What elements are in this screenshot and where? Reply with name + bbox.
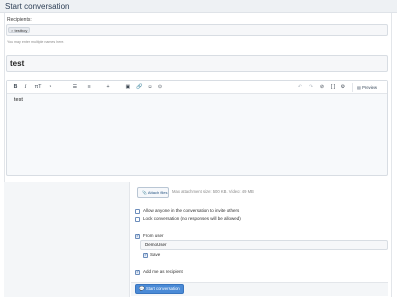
save-checkbox[interactable]: [143, 252, 148, 258]
recipient-token[interactable]: × testboy: [8, 27, 31, 33]
align-icon[interactable]: ≡: [86, 84, 92, 91]
recipients-hint: You may enter multiple names here.: [7, 40, 65, 44]
bold-icon[interactable]: B: [13, 84, 18, 91]
attachment-limits: Max attachment size: 500 KB. Video: 49 M…: [172, 189, 254, 194]
remove-format-icon[interactable]: ⊘: [319, 84, 325, 91]
smilie-icon[interactable]: ☺: [147, 84, 153, 91]
token-remove-icon[interactable]: ×: [11, 28, 13, 33]
settings-icon[interactable]: ⚙: [340, 84, 346, 91]
lock-conversation-label[interactable]: Lock conversation (no responses will be …: [143, 216, 241, 222]
add-me-checkbox[interactable]: [135, 269, 140, 275]
allow-invite-label[interactable]: Allow anyone in the conversation to invi…: [143, 208, 239, 214]
save-label[interactable]: Save: [150, 252, 160, 258]
from-user-checkbox[interactable]: [135, 233, 140, 239]
preview-label: Preview: [362, 85, 378, 90]
attach-files-label: Attach files: [147, 190, 168, 195]
color-icon[interactable]: ◔: [47, 84, 53, 91]
recipients-input[interactable]: [6, 24, 388, 36]
link-icon[interactable]: 🔗: [136, 84, 143, 91]
undo-icon[interactable]: ↶: [297, 84, 303, 91]
chat-bubbles-icon: 💬: [139, 286, 145, 291]
form-label-column: [4, 182, 130, 297]
list-icon[interactable]: ☰: [72, 84, 78, 91]
token-label: testboy: [14, 28, 28, 33]
recipients-label: Recipients:: [7, 17, 32, 23]
source-toggle-icon[interactable]: [ ]: [329, 84, 337, 91]
media-icon[interactable]: ⊙: [157, 84, 163, 91]
from-user-value: DemoUser: [145, 242, 167, 247]
insert-icon[interactable]: +: [105, 84, 111, 91]
text-style-icon[interactable]: πT: [33, 84, 43, 91]
redo-icon[interactable]: ↷: [308, 84, 314, 91]
page-title: Start conversation: [5, 2, 70, 11]
allow-invite-checkbox[interactable]: [135, 209, 140, 214]
from-user-label[interactable]: From user: [143, 233, 164, 239]
message-editor[interactable]: [6, 80, 388, 176]
preview-button[interactable]: ▤ Preview: [352, 83, 385, 92]
lock-conversation-checkbox[interactable]: [135, 217, 140, 222]
attach-files-button[interactable]: 📎 Attach files: [137, 187, 169, 198]
from-user-input[interactable]: [140, 240, 388, 250]
title-input[interactable]: [6, 55, 388, 72]
editor-content[interactable]: test: [14, 97, 23, 103]
image-icon[interactable]: ▣: [125, 84, 131, 91]
start-conversation-label: Start conversation: [146, 286, 180, 291]
paperclip-icon: 📎: [142, 190, 147, 195]
add-me-label[interactable]: Add me as recipient: [143, 269, 183, 275]
italic-icon[interactable]: I: [23, 84, 28, 91]
title-value: test: [10, 59, 25, 68]
